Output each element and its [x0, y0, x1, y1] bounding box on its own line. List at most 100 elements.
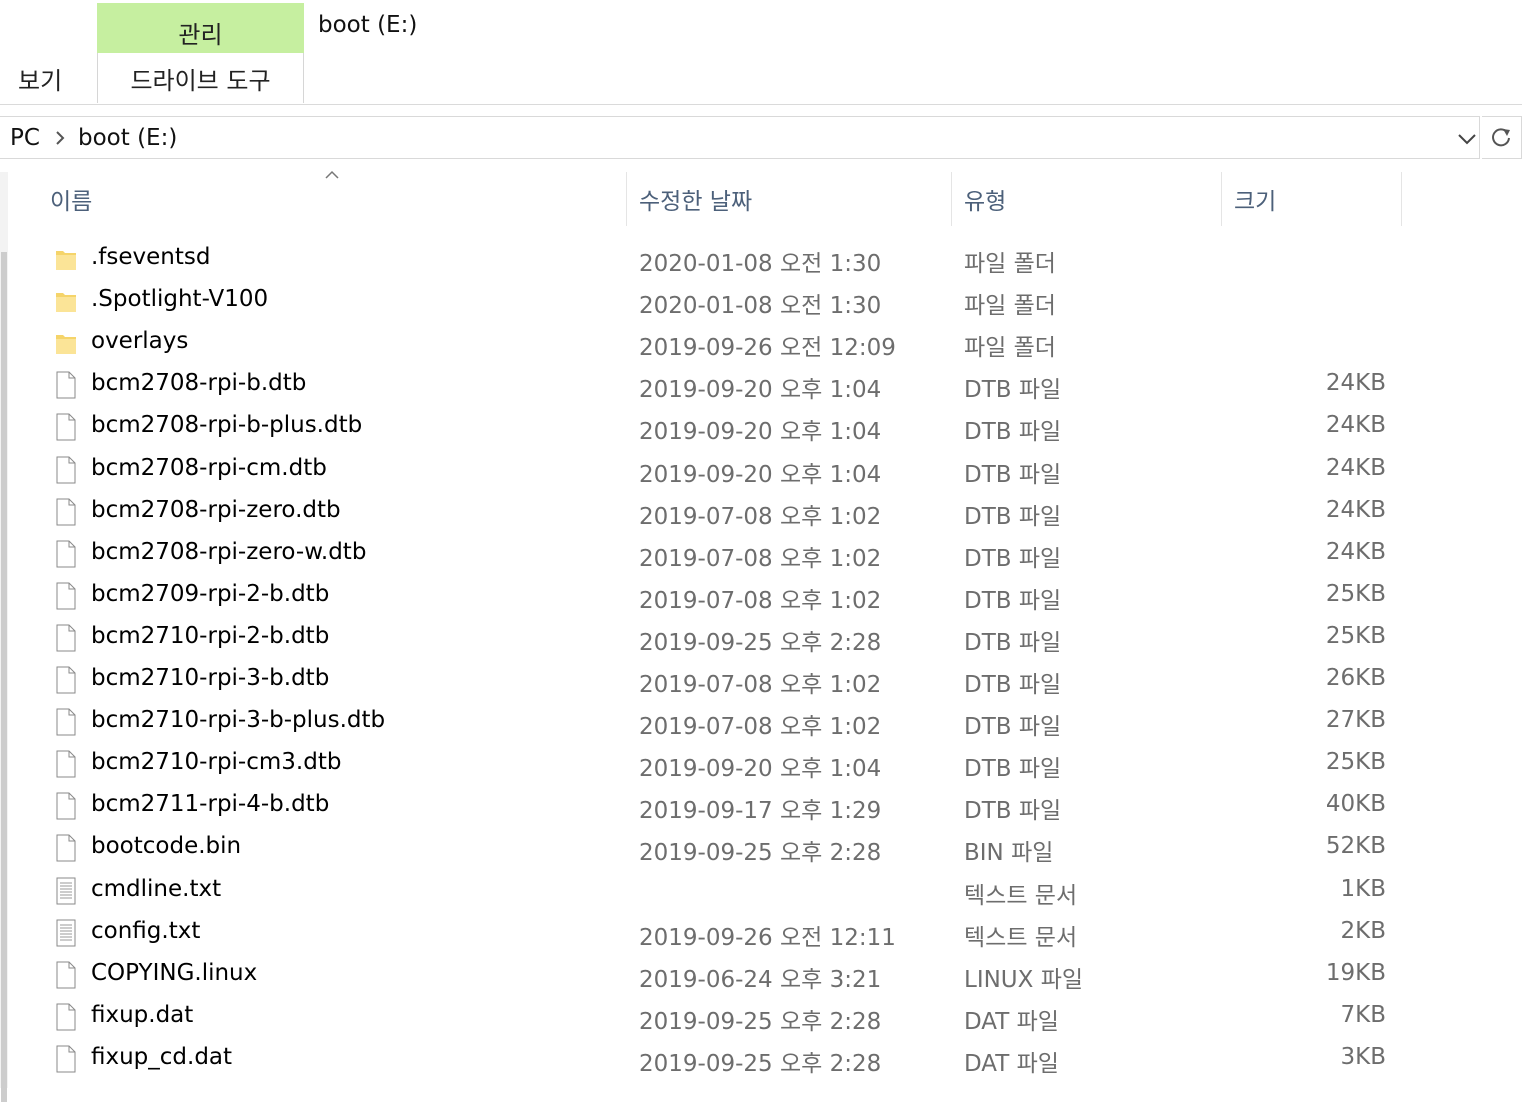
file-date: 2019-09-20 오후 1:04 [639, 419, 882, 446]
chevron-down-icon[interactable] [1456, 129, 1478, 149]
nav-pane-scrollbar[interactable] [0, 172, 8, 1102]
file-row[interactable]: fixup.dat 2019-09-25 오후 2:28 DAT 파일 7KB [10, 996, 1410, 1038]
file-row[interactable]: .Spotlight-V100 2020-01-08 오전 1:30 파일 폴더 [10, 280, 1410, 322]
file-type: DTB 파일 [964, 503, 1062, 530]
file-date: 2019-07-08 오후 1:02 [639, 545, 882, 572]
file-size: 24KB [1325, 496, 1386, 523]
file-name: bootcode.bin [91, 833, 242, 860]
tab-drive-tools[interactable]: 드라이브 도구 [97, 53, 304, 103]
file-row[interactable]: bcm2710-rpi-3-b.dtb 2019-07-08 오후 1:02 DTB… [10, 659, 1410, 701]
address-bar[interactable]: PC boot (E:) [0, 116, 1480, 159]
file-name: COPYING.linux [91, 959, 258, 986]
file-icon [54, 539, 78, 569]
file-date: 2019-09-20 오후 1:04 [639, 756, 882, 783]
file-row[interactable]: bcm2708-rpi-zero.dtb 2019-07-08 오후 1:02 DT… [10, 491, 1410, 533]
file-row[interactable]: bcm2708-rpi-b.dtb 2019-09-20 오후 1:04 DTB 파… [10, 364, 1410, 406]
file-size: 2KB [1340, 917, 1387, 944]
file-row[interactable]: config.txt 2019-09-26 오전 12:11 텍스트 문서 2KB [10, 912, 1410, 954]
file-row[interactable]: bcm2708-rpi-zero-w.dtb 2019-07-08 오후 1:02… [10, 533, 1410, 575]
refresh-button[interactable] [1482, 116, 1522, 159]
file-size: 3KB [1340, 1043, 1387, 1070]
column-header-size[interactable]: 크기 [1234, 182, 1276, 216]
text-file-icon [54, 918, 78, 948]
file-type: DTB 파일 [964, 756, 1062, 783]
file-row[interactable]: bcm2711-rpi-4-b.dtb 2019-09-17 오후 1:29 DTB… [10, 785, 1410, 827]
file-date: 2019-07-08 오후 1:02 [639, 587, 882, 614]
file-date: 2019-07-08 오후 1:02 [639, 672, 882, 698]
file-date: 2019-06-24 오후 3:21 [639, 966, 882, 993]
file-size: 1KB [1340, 875, 1387, 902]
folder-icon [54, 244, 78, 274]
column-divider[interactable] [951, 172, 952, 226]
file-row[interactable]: bcm2708-rpi-cm.dtb 2019-09-20 오후 1:04 DTB … [10, 449, 1410, 491]
file-type: 파일 폴더 [964, 293, 1056, 320]
column-header-date[interactable]: 수정한 날짜 [639, 182, 752, 216]
file-date: 2019-09-26 오전 12:09 [639, 335, 896, 362]
file-row[interactable]: .fseventsd 2020-01-08 오전 1:30 파일 폴더 [10, 238, 1410, 280]
file-size: 40KB [1325, 791, 1386, 818]
file-type: LINUX 파일 [964, 966, 1084, 993]
file-date: 2019-09-25 오후 2:28 [639, 1008, 882, 1035]
file-name: overlays [91, 328, 189, 355]
file-size: 24KB [1325, 454, 1386, 481]
window-title: boot (E:) [318, 12, 418, 38]
file-icon [54, 412, 78, 442]
file-name: bcm2710-rpi-3-b.dtb [91, 665, 330, 691]
file-size: 24KB [1325, 412, 1386, 439]
file-type: 텍스트 문서 [964, 882, 1078, 909]
file-date: 2019-07-08 오후 1:02 [639, 503, 882, 530]
file-name: bcm2710-rpi-3-b-plus.dtb [91, 707, 386, 734]
file-type: DAT 파일 [964, 1050, 1059, 1077]
file-row[interactable]: cmdline.txt 텍스트 문서 1KB [10, 870, 1410, 912]
file-type: DTB 파일 [964, 545, 1062, 572]
file-row[interactable]: bcm2709-rpi-2-b.dtb 2019-07-08 오후 1:02 DTB… [10, 575, 1410, 617]
breadcrumb-pc[interactable]: PC [10, 125, 40, 151]
column-divider[interactable] [1401, 172, 1402, 226]
column-divider[interactable] [626, 172, 627, 226]
file-icon [54, 791, 78, 821]
file-type: DTB 파일 [964, 461, 1062, 488]
file-icon [54, 581, 78, 611]
file-name: fixup.dat [91, 1001, 194, 1028]
tab-drive-tools-label: 드라이브 도구 [130, 67, 271, 95]
file-icon [54, 665, 78, 695]
file-date: 2019-09-25 오후 2:28 [639, 1050, 882, 1077]
file-icon [54, 1002, 78, 1032]
file-name: bcm2708-rpi-zero-w.dtb [91, 538, 367, 565]
file-row[interactable]: bcm2710-rpi-cm3.dtb 2019-09-20 오후 1:04 DTB… [10, 743, 1410, 785]
column-divider[interactable] [1221, 172, 1222, 226]
file-date: 2019-09-25 오후 2:28 [639, 629, 882, 656]
file-size: 52KB [1325, 833, 1386, 860]
file-icon [54, 749, 78, 779]
tab-view[interactable]: 보기 [18, 61, 62, 96]
file-icon [54, 833, 78, 863]
file-name: bcm2708-rpi-b.dtb [91, 370, 307, 397]
file-name: bcm2708-rpi-cm.dtb [91, 454, 327, 481]
file-name: .fseventsd [91, 244, 211, 270]
file-row[interactable]: overlays 2019-09-26 오전 12:09 파일 폴더 [10, 322, 1410, 364]
file-row[interactable]: bcm2710-rpi-2-b.dtb 2019-09-25 오후 2:28 DTB… [10, 617, 1410, 659]
file-size: 25KB [1325, 580, 1386, 607]
file-row[interactable]: bcm2710-rpi-3-b-plus.dtb 2019-07-08 오후 1:… [10, 701, 1410, 743]
file-row[interactable]: bootcode.bin 2019-09-25 오후 2:28 BIN 파일 52KB [10, 827, 1410, 869]
file-icon [54, 623, 78, 653]
file-icon [54, 455, 78, 485]
file-row[interactable]: COPYING.linux 2019-06-24 오후 3:21 LINUX 파일 1… [10, 954, 1410, 996]
file-name: bcm2708-rpi-b-plus.dtb [91, 412, 363, 439]
file-size: 26KB [1325, 665, 1386, 691]
file-date: 2019-07-08 오후 1:02 [639, 714, 882, 741]
column-header-type[interactable]: 유형 [964, 182, 1006, 216]
column-header-name[interactable]: 이름 [50, 182, 92, 216]
tab-manage[interactable]: 관리 [97, 3, 304, 53]
file-date: 2020-01-08 오전 1:30 [639, 251, 882, 277]
file-size: 19KB [1325, 959, 1386, 986]
file-type: DTB 파일 [964, 419, 1062, 446]
file-name: bcm2711-rpi-4-b.dtb [91, 791, 330, 818]
scrollbar-thumb[interactable] [1, 252, 7, 1102]
ribbon: 관리 드라이브 도구 보기 boot (E:) [0, 0, 1522, 105]
breadcrumb-boot[interactable]: boot (E:) [78, 125, 177, 151]
file-row[interactable]: fixup_cd.dat 2019-09-25 오후 2:28 DAT 파일 3KB [10, 1038, 1410, 1080]
file-row[interactable]: bcm2708-rpi-b-plus.dtb 2019-09-20 오후 1:04… [10, 406, 1410, 448]
chevron-right-icon[interactable] [51, 127, 71, 149]
file-type: 파일 폴더 [964, 335, 1056, 362]
